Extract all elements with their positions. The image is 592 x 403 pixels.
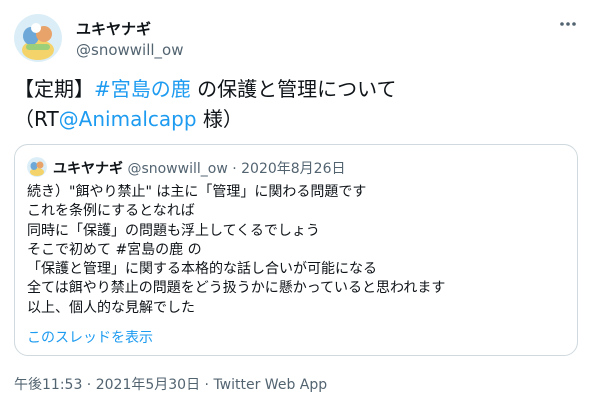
quoted-text-line: 「保護と管理」に関する本格的な話し合いが可能になる <box>27 261 377 278</box>
quoted-text-line: 同時に「保護」の問題も浮上してくるでしょう <box>27 222 320 239</box>
tweet-date[interactable]: 2021年5月30日 <box>96 377 200 393</box>
quoted-text-line: 以上、個人的な見解でした <box>27 299 195 316</box>
tweet-text-line-2: （RT@Animalcapp 様） <box>14 104 578 134</box>
tweet-text-rest: の保護と管理について <box>190 77 397 101</box>
author-handle[interactable]: @snowwill_ow <box>76 41 183 59</box>
footer-separator: · <box>82 377 96 393</box>
more-options-icon[interactable] <box>558 16 578 32</box>
hashtag-link[interactable]: #宮島の鹿 <box>94 77 191 101</box>
tweet-source: Twitter Web App <box>213 377 328 393</box>
quoted-text-line: 全ては餌やり禁止の問題をどう扱うかに懸かっていると思われます <box>27 280 446 297</box>
show-thread-link[interactable]: このスレッドを表示 <box>27 327 153 347</box>
quoted-text-line: そこで初めて #宮島の鹿 の <box>27 241 202 258</box>
quoted-date: 2020年8月26日 <box>241 161 346 177</box>
tweet-prefix: 【定期】 <box>14 77 94 101</box>
quoted-separator: · <box>227 161 242 177</box>
tweet-time[interactable]: 午後11:53 <box>14 377 82 393</box>
quoted-tweet[interactable]: ユキヤナギ @snowwill_ow · 2020年8月26日 続き）"餌やり禁… <box>14 144 578 356</box>
tweet-text-line-1: 【定期】#宮島の鹿 の保護と管理について <box>14 74 578 104</box>
footer-separator: · <box>200 377 214 393</box>
quoted-display-name: ユキヤナギ <box>53 161 123 177</box>
avatar[interactable] <box>14 14 62 62</box>
tweet-rt-suffix: 様） <box>196 107 243 131</box>
quoted-text-line: これを条例にするとなれば <box>27 203 195 220</box>
tweet-footer: 午後11:53 · 2021年5月30日 · Twitter Web App <box>14 374 327 394</box>
quoted-handle: @snowwill_ow <box>127 161 228 177</box>
tweet-text: 【定期】#宮島の鹿 の保護と管理について （RT@Animalcapp 様） <box>14 74 578 134</box>
quoted-avatar[interactable] <box>27 157 47 177</box>
tweet-header: ユキヤナギ @snowwill_ow <box>14 14 578 64</box>
mention-link[interactable]: @Animalcapp <box>59 107 197 131</box>
tweet-rt-prefix: （RT <box>14 107 59 131</box>
quoted-text-line: 続き）"餌やり禁止" は主に「管理」に関わる問題です <box>27 184 367 200</box>
author-display-name[interactable]: ユキヤナギ <box>76 18 151 39</box>
quoted-header: ユキヤナギ @snowwill_ow · 2020年8月26日 <box>53 158 346 178</box>
quoted-text: 続き）"餌やり禁止" は主に「管理」に関わる問題です これを条例にするとなれば … <box>27 183 567 318</box>
